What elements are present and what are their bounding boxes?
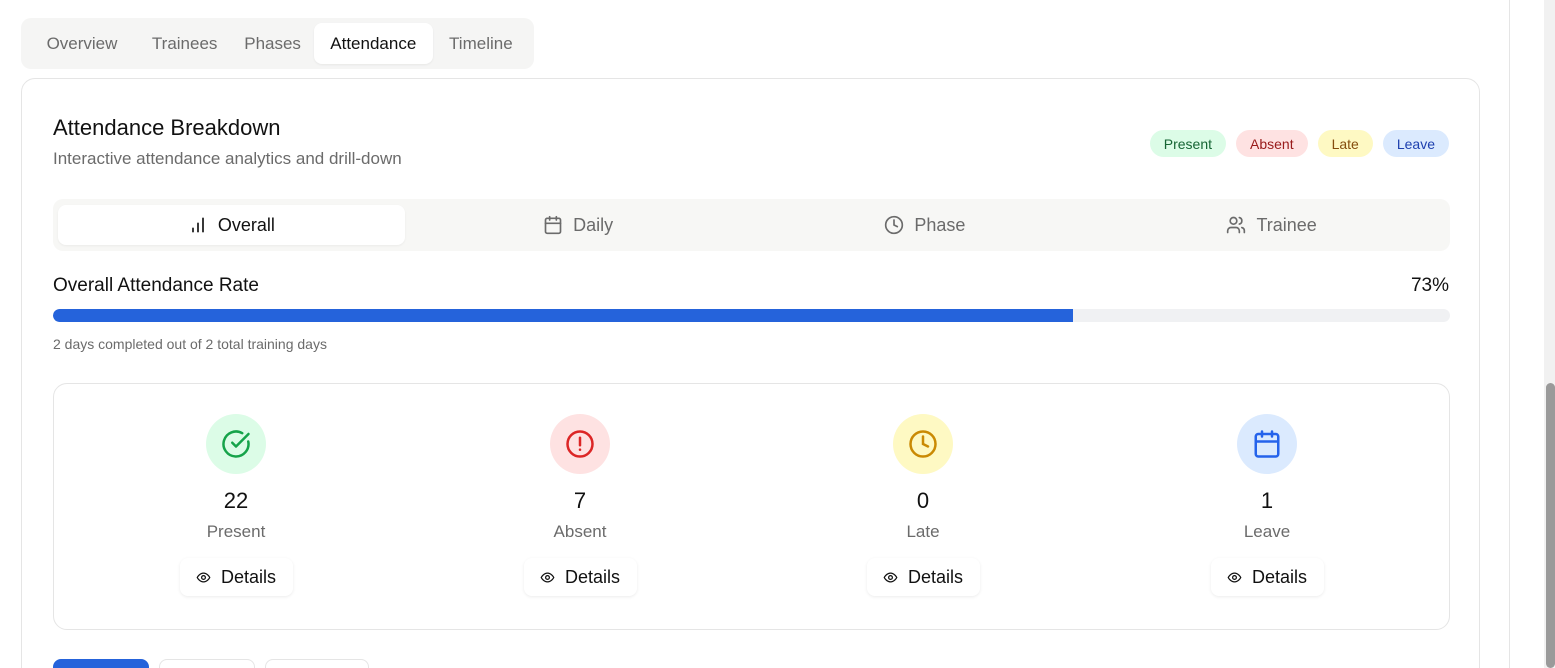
- tab-phases[interactable]: Phases: [231, 23, 314, 64]
- absent-details-button[interactable]: Details: [523, 558, 637, 596]
- attendance-card: Attendance Breakdown Interactive attenda…: [21, 78, 1480, 668]
- tertiary-action-button[interactable]: [265, 659, 369, 668]
- subtab-daily-label: Daily: [573, 214, 614, 235]
- subtab-phase[interactable]: Phase: [752, 205, 1099, 245]
- tab-trainees[interactable]: Trainees: [138, 23, 231, 64]
- calendar-icon: [544, 215, 562, 235]
- present-badge: Present: [1149, 130, 1226, 157]
- absent-badge: Absent: [1236, 130, 1308, 157]
- scrollbar-thumb[interactable]: [1546, 383, 1555, 668]
- status-legend: Present Absent Late Leave: [1149, 130, 1449, 157]
- eye-icon: [196, 571, 211, 583]
- eye-icon: [540, 571, 555, 583]
- attendance-rate-label: Overall Attendance Rate: [53, 275, 259, 296]
- subtab-phase-label: Phase: [914, 214, 966, 235]
- primary-action-button[interactable]: [53, 659, 149, 668]
- users-icon: [1227, 216, 1246, 234]
- card-title: Attendance Breakdown: [53, 115, 281, 140]
- stat-leave: 1 Leave Details: [1147, 384, 1387, 629]
- details-label: Details: [564, 566, 621, 587]
- view-tabs: Overall Daily Phase Trainee: [53, 199, 1450, 251]
- stat-late: 0 Late Details: [803, 384, 1043, 629]
- present-details-button[interactable]: Details: [179, 558, 293, 596]
- tab-timeline[interactable]: Timeline: [433, 23, 529, 64]
- tab-attendance[interactable]: Attendance: [313, 23, 433, 64]
- alert-circle-icon: [550, 414, 610, 474]
- tab-overview[interactable]: Overview: [26, 23, 138, 64]
- present-label: Present: [206, 522, 266, 541]
- subtab-overall-label: Overall: [217, 214, 275, 235]
- stat-present: 22 Present Details: [116, 384, 356, 629]
- late-details-button[interactable]: Details: [866, 558, 980, 596]
- bottom-actions: [53, 659, 369, 668]
- subtab-daily[interactable]: Daily: [405, 205, 752, 245]
- leave-count: 1: [1260, 488, 1274, 513]
- bar-chart-icon: [192, 217, 204, 233]
- eye-icon: [1227, 571, 1242, 583]
- attendance-progress-bar: [53, 309, 1450, 322]
- subtab-overall[interactable]: Overall: [58, 205, 405, 245]
- attendance-rate-value: 73%: [1410, 275, 1449, 296]
- eye-icon: [883, 571, 898, 583]
- absent-count: 7: [573, 488, 587, 513]
- secondary-action-button[interactable]: [159, 659, 255, 668]
- subtab-trainee-label: Trainee: [1256, 214, 1317, 235]
- check-circle-icon: [206, 414, 266, 474]
- leave-badge: Leave: [1382, 130, 1449, 157]
- details-label: Details: [1251, 566, 1308, 587]
- stat-absent: 7 Absent Details: [460, 384, 700, 629]
- attendance-progress-note: 2 days completed out of 2 total training…: [53, 336, 327, 352]
- leave-label: Leave: [1243, 522, 1291, 541]
- present-count: 22: [223, 488, 249, 513]
- late-label: Late: [906, 522, 940, 541]
- late-badge: Late: [1317, 130, 1373, 157]
- absent-label: Absent: [553, 522, 607, 541]
- details-label: Details: [220, 566, 277, 587]
- subtab-trainee[interactable]: Trainee: [1098, 205, 1445, 245]
- card-subtitle: Interactive attendance analytics and dri…: [53, 149, 402, 168]
- clock-icon: [885, 215, 904, 235]
- late-count: 0: [916, 488, 930, 513]
- attendance-progress-fill: [53, 309, 1073, 322]
- details-label: Details: [907, 566, 964, 587]
- attendance-stats: 22 Present Details 7 Absent Details 0 La…: [53, 383, 1450, 630]
- leave-details-button[interactable]: Details: [1210, 558, 1324, 596]
- top-tabs: Overview Trainees Phases Attendance Time…: [21, 18, 534, 69]
- clock-icon: [893, 414, 953, 474]
- calendar-icon: [1237, 414, 1297, 474]
